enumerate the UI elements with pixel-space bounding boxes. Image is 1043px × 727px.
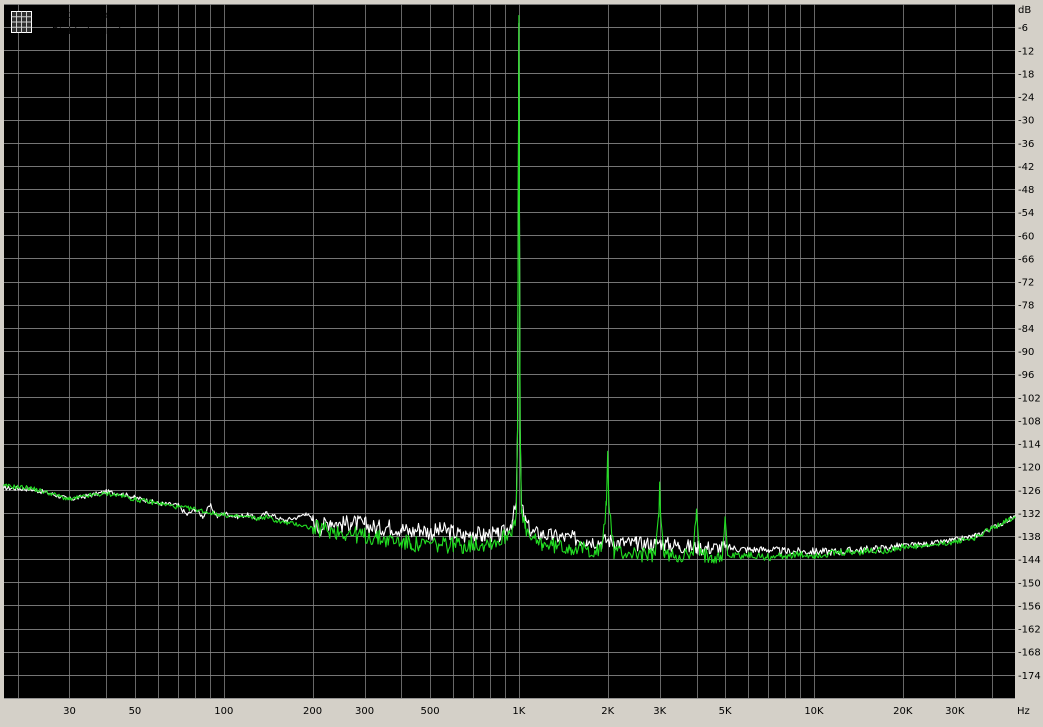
x-tick-label: 3K — [653, 706, 666, 717]
y-tick-label: -6 — [1018, 23, 1028, 34]
legend-label-left-channel: Left channel — [52, 10, 114, 21]
x-tick-label: 200 — [303, 706, 322, 717]
x-unit-label: Hz — [1017, 706, 1030, 717]
x-tick-label: 30K — [945, 706, 965, 717]
y-tick-label: -84 — [1018, 324, 1034, 335]
y-unit-label: dB — [1018, 5, 1031, 16]
y-tick-label: -138 — [1018, 532, 1041, 543]
x-tick-label: 1K — [512, 706, 525, 717]
y-tick-label: -78 — [1018, 301, 1034, 312]
x-tick-label: 100 — [214, 706, 233, 717]
y-tick-label: -42 — [1018, 162, 1034, 173]
y-tick-label: -132 — [1018, 509, 1041, 520]
y-tick-label: -18 — [1018, 69, 1034, 80]
y-tick-label: -24 — [1018, 93, 1034, 104]
y-tick-label: -168 — [1018, 648, 1041, 659]
y-tick-label: -120 — [1018, 463, 1041, 474]
grid-icon — [11, 11, 32, 33]
y-tick-label: -54 — [1018, 208, 1034, 219]
spectrum-plot: 30 50 100 200 300 500 1K 2K 3K 5K 10K 20K 30K -6 -12 -… — [0, 0, 1043, 722]
y-tick-label: -174 — [1018, 671, 1041, 682]
y-tick-label: -30 — [1018, 116, 1034, 127]
x-tick-label: 2K — [601, 706, 614, 717]
x-tick-label: 500 — [420, 706, 439, 717]
y-tick-label: -72 — [1018, 278, 1034, 289]
spectrum-chart: 30 50 100 200 300 500 1K 2K 3K 5K 10K 20K 30K -6 -12 -… — [0, 0, 1043, 722]
x-tick-label: 20K — [893, 706, 913, 717]
y-tick-label: -144 — [1018, 555, 1041, 566]
y-tick-label: -90 — [1018, 347, 1034, 358]
y-tick-label: -96 — [1018, 370, 1034, 381]
y-tick-label: -150 — [1018, 578, 1041, 589]
y-tick-label: -162 — [1018, 625, 1041, 636]
legend-label-right-channel: Right channel — [52, 26, 121, 37]
y-tick-label: -156 — [1018, 601, 1041, 612]
x-tick-label: 5K — [719, 706, 732, 717]
y-tick-label: -66 — [1018, 254, 1034, 265]
y-tick-label: -48 — [1018, 185, 1034, 196]
x-tick-label: 30 — [63, 706, 76, 717]
y-tick-label: -60 — [1018, 231, 1034, 242]
y-tick-label: -126 — [1018, 486, 1041, 497]
y-tick-label: -102 — [1018, 393, 1041, 404]
y-tick-label: -12 — [1018, 46, 1034, 57]
y-tick-label: -108 — [1018, 416, 1041, 427]
x-tick-label: 50 — [129, 706, 142, 717]
y-tick-label: -114 — [1018, 440, 1041, 451]
x-tick-label: 300 — [355, 706, 374, 717]
y-tick-label: -36 — [1018, 139, 1034, 150]
x-tick-label: 10K — [804, 706, 824, 717]
